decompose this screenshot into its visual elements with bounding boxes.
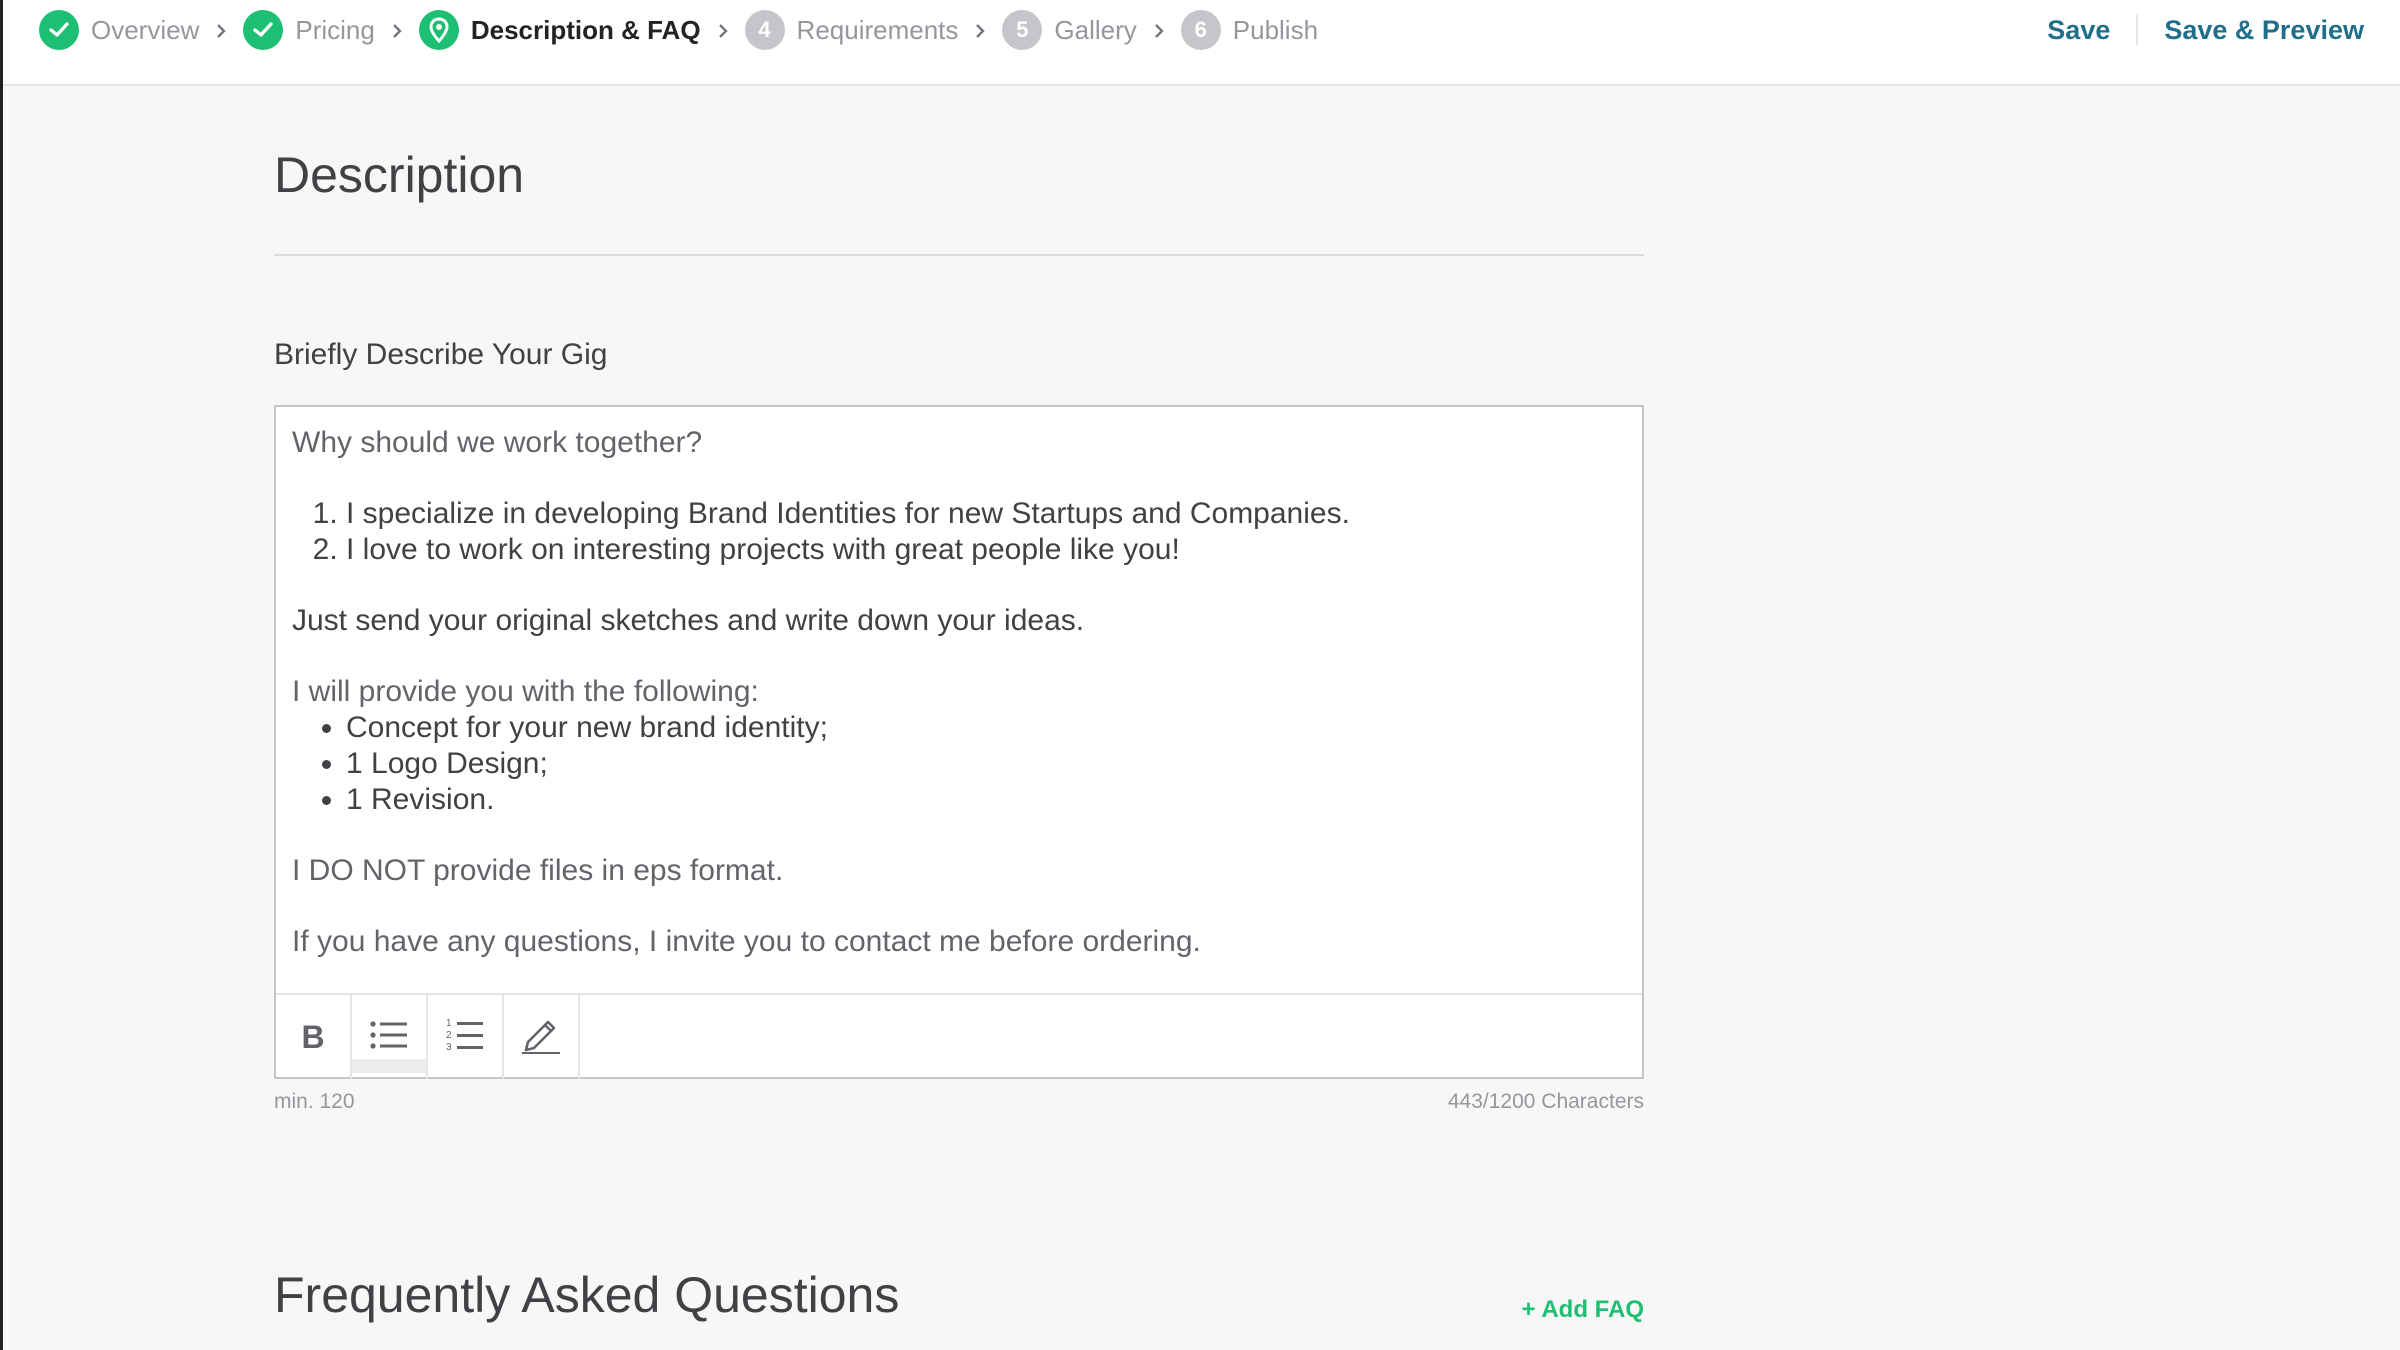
- svg-text:3: 3: [446, 1042, 452, 1053]
- bullet-list-icon: [369, 1019, 409, 1056]
- step-number-badge: 4: [744, 10, 785, 50]
- list-item: 1 Revision.: [346, 782, 1622, 818]
- check-icon: [39, 10, 79, 50]
- step-publish[interactable]: 6 Publish: [1180, 10, 1319, 50]
- location-pin-icon: [418, 10, 459, 50]
- list-item: Concept for your new brand identity;: [346, 710, 1622, 746]
- list-item: 1 Logo Design;: [346, 746, 1622, 782]
- numbered-list: I specialize in developing Brand Identit…: [292, 496, 1622, 568]
- chevron-right-icon: [701, 17, 745, 43]
- list-item: I love to work on interesting projects w…: [346, 532, 1622, 568]
- editor-paragraph: If you have any questions, I invite you …: [292, 925, 1201, 958]
- numbered-list-icon: 1 2 3: [445, 1017, 485, 1058]
- add-faq-button[interactable]: + Add FAQ: [1522, 1296, 1644, 1324]
- divider: [2136, 15, 2139, 45]
- wizard-steps: Overview Pricing Description & FAQ 4 Req…: [39, 0, 1318, 60]
- min-characters-hint: min. 120: [274, 1090, 355, 1113]
- step-label: Gallery: [1054, 14, 1137, 45]
- pencil-icon: [520, 1016, 562, 1059]
- section-divider: [274, 254, 1644, 256]
- editor-paragraph: Why should we work together?: [292, 426, 703, 459]
- bold-button[interactable]: B: [276, 995, 352, 1079]
- chevron-right-icon: [199, 17, 243, 43]
- step-description-faq[interactable]: Description & FAQ: [418, 10, 701, 50]
- chevron-right-icon: [1137, 17, 1181, 43]
- header-actions: Save Save & Preview: [2047, 0, 2364, 60]
- step-label: Pricing: [295, 14, 375, 45]
- svg-text:1: 1: [446, 1018, 452, 1029]
- editor-toolbar: B 1 2 3: [276, 993, 1642, 1079]
- step-requirements[interactable]: 4 Requirements: [744, 10, 959, 50]
- window-edge: [0, 0, 3, 1350]
- save-and-preview-button[interactable]: Save & Preview: [2164, 15, 2364, 46]
- editor-paragraph: I will provide you with the following:: [292, 675, 759, 708]
- step-gallery[interactable]: 5 Gallery: [1002, 10, 1137, 50]
- step-pricing[interactable]: Pricing: [243, 10, 375, 50]
- list-item: I specialize in developing Brand Identit…: [346, 496, 1622, 532]
- bold-icon: B: [301, 1018, 325, 1055]
- description-editor[interactable]: Why should we work together? I specializ…: [274, 405, 1644, 1079]
- step-label: Overview: [91, 14, 200, 45]
- wizard-header: Overview Pricing Description & FAQ 4 Req…: [3, 0, 2400, 86]
- editor-content[interactable]: Why should we work together? I specializ…: [292, 425, 1622, 960]
- step-label: Publish: [1232, 14, 1319, 45]
- clear-format-button[interactable]: [504, 995, 580, 1079]
- step-label: Description & FAQ: [470, 14, 701, 45]
- character-counter: 443/1200 Characters: [1447, 1090, 1644, 1113]
- description-field-label: Briefly Describe Your Gig: [274, 338, 608, 371]
- save-button[interactable]: Save: [2047, 15, 2110, 46]
- chevron-right-icon: [958, 17, 1002, 43]
- editor-paragraph: I DO NOT provide files in eps format.: [292, 854, 784, 887]
- section-title-faq: Frequently Asked Questions: [274, 1267, 900, 1323]
- svg-text:2: 2: [446, 1030, 452, 1041]
- step-number-badge: 6: [1180, 10, 1221, 50]
- step-overview[interactable]: Overview: [39, 10, 199, 50]
- bullet-list-button[interactable]: [352, 995, 428, 1079]
- step-label: Requirements: [796, 14, 959, 45]
- check-icon: [243, 10, 284, 50]
- step-number-badge: 5: [1002, 10, 1043, 50]
- section-title-description: Description: [274, 147, 525, 203]
- chevron-right-icon: [375, 17, 419, 43]
- numbered-list-button[interactable]: 1 2 3: [428, 995, 504, 1079]
- editor-paragraph: Just send your original sketches and wri…: [292, 604, 1085, 637]
- bullet-list: Concept for your new brand identity; 1 L…: [292, 710, 1622, 818]
